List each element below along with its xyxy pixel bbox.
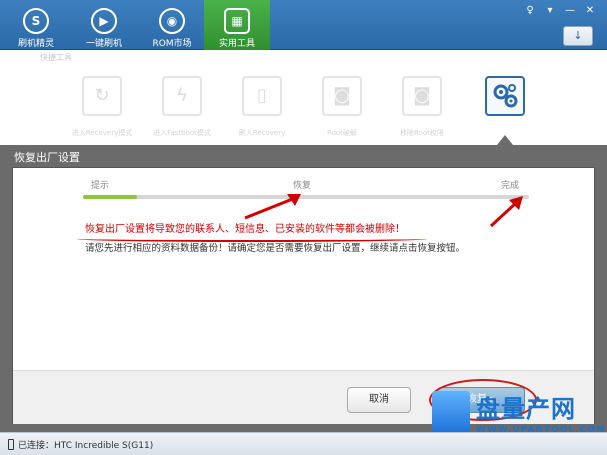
close-icon[interactable]: ✕ <box>581 4 599 18</box>
red-arrow-annotation <box>244 194 301 220</box>
watermark-brand: 盘量产网 <box>476 395 576 423</box>
gears-icon <box>493 84 518 108</box>
quick-tools-title: 快捷工具 <box>40 53 72 62</box>
window-controls: ♀ ▾ — ✕ <box>521 4 599 18</box>
tool-label: 进入Recovery模式 <box>71 129 133 137</box>
nav-item-label: 一键刷机 <box>85 39 122 49</box>
tool-flash-recovery[interactable]: ▯ <box>242 76 282 116</box>
panel-title: 恢复出厂设置 <box>14 151 80 164</box>
quick-tools: 快捷工具 ↻ 进入Recovery模式 ϟ 进入Fastboot模式 ▯ 刷入R… <box>0 50 607 145</box>
tablet-icon: ▯ <box>257 85 267 106</box>
download-icon: ↓ <box>573 29 583 42</box>
android-icon: ◙ <box>413 85 431 106</box>
usb-drive-logo <box>432 391 470 435</box>
tool-remove-root[interactable]: ◙ <box>402 76 442 116</box>
nav-item-label: ROM市场 <box>152 39 192 49</box>
tool-fastboot-mode[interactable]: ϟ <box>162 76 202 116</box>
connection-status: 已连接：HTC Incredible S(G11) <box>18 441 154 451</box>
nav-item-utilities[interactable]: ▦ 实用工具 <box>204 0 270 50</box>
refresh-icon: ↻ <box>94 85 110 106</box>
tool-recovery-mode[interactable]: ↻ <box>82 76 122 116</box>
info-text: 请您先进行相应的资料数据备份！请确定您是否需要恢复出厂设置，继续请点击恢复按钮。 <box>85 243 466 254</box>
grid-icon: ▦ <box>224 8 250 34</box>
android-icon: ◉ <box>159 8 185 34</box>
feedback-icon[interactable]: ♀ <box>521 4 539 18</box>
selected-tool-pointer <box>497 135 513 145</box>
download-button[interactable]: ↓ <box>563 26 593 46</box>
nav-item-rom-market[interactable]: ◉ ROM市场 <box>144 0 200 50</box>
tool-label: 刷入Recovery <box>238 129 286 137</box>
step-label-done: 完成 <box>501 181 520 191</box>
step-label-tip: 提示 <box>91 181 110 191</box>
tool-label: 移除Root权限 <box>400 129 444 137</box>
tool-label: Root破解 <box>327 129 357 137</box>
nav-item-label: 实用工具 <box>218 39 255 49</box>
s-logo-icon: S <box>23 8 49 34</box>
tool-label: 进入Fastboot模式 <box>153 129 211 137</box>
nav-item-one-click-flash[interactable]: ▶ 一键刷机 <box>76 0 132 50</box>
cancel-button[interactable]: 取消 <box>347 387 411 413</box>
tool-factory-reset[interactable] <box>485 76 525 116</box>
phone-icon <box>8 439 14 450</box>
nav-item-flash-elf[interactable]: S 刷机精灵 <box>8 0 64 50</box>
progress-fill <box>83 195 137 199</box>
nav-item-label: 刷机精灵 <box>17 39 54 49</box>
android-icon: ◙ <box>333 85 351 106</box>
top-nav-bar: S 刷机精灵 ▶ 一键刷机 ◉ ROM市场 ▦ 实用工具 ♀ ▾ — ✕ ↓ <box>0 0 607 50</box>
menu-icon[interactable]: ▾ <box>541 4 559 18</box>
minimize-icon[interactable]: — <box>561 4 579 18</box>
play-icon: ▶ <box>91 8 117 34</box>
status-bar: 已连接：HTC Incredible S(G11) <box>0 432 607 455</box>
lightning-icon: ϟ <box>176 85 188 106</box>
warning-text: 恢复出厂设置将导致您的联系人、短信息、已安装的软件等都会被删除！ <box>85 224 405 235</box>
red-arrow-annotation <box>489 196 523 228</box>
tool-root[interactable]: ◙ <box>322 76 362 116</box>
